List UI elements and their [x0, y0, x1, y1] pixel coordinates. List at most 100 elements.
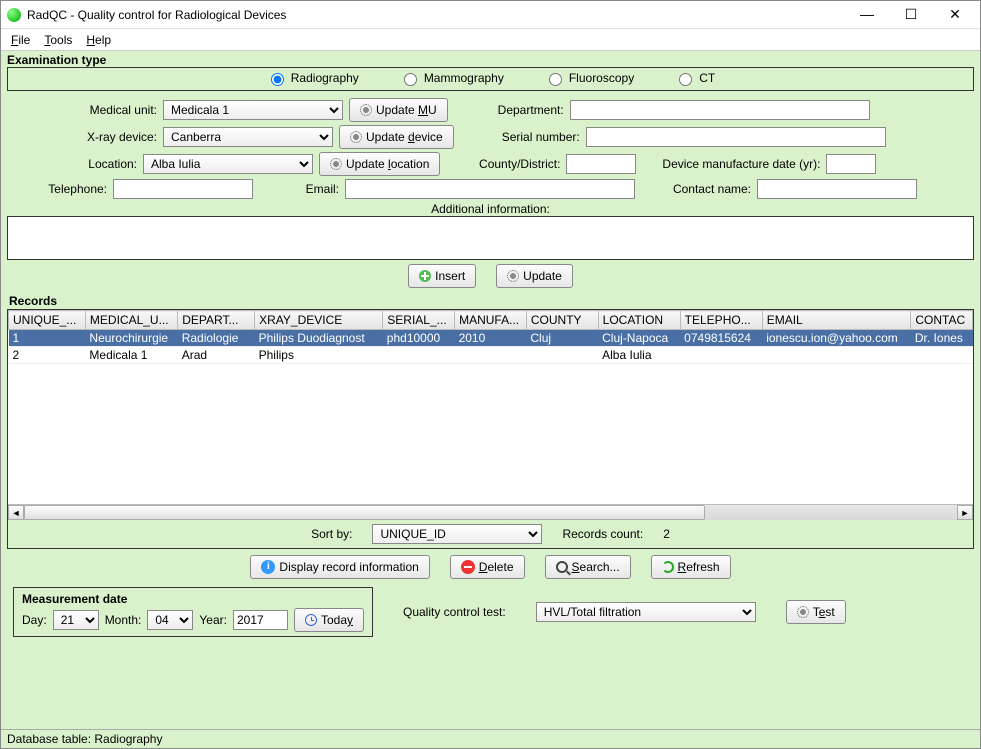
column-header[interactable]: LOCATION: [598, 311, 680, 330]
insert-button[interactable]: Insert: [408, 264, 476, 288]
column-header[interactable]: MEDICAL_U...: [85, 311, 177, 330]
delete-button[interactable]: Delete: [450, 555, 525, 579]
maximize-button[interactable]: ☐: [898, 6, 924, 23]
month-select[interactable]: 04: [147, 610, 193, 630]
column-header[interactable]: EMAIL: [762, 311, 911, 330]
records-table-wrap: UNIQUE_...MEDICAL_U...DEPART...XRAY_DEVI…: [8, 310, 973, 504]
location-select[interactable]: Alba Iulia: [143, 154, 313, 174]
county-input[interactable]: [566, 154, 636, 174]
titlebar: RadQC - Quality control for Radiological…: [1, 1, 980, 29]
table-cell: Philips: [255, 347, 383, 364]
records-count-value: 2: [663, 527, 670, 541]
minimize-button[interactable]: —: [854, 6, 880, 23]
horizontal-scrollbar[interactable]: ◄ ►: [8, 504, 973, 520]
contact-label: Contact name:: [651, 182, 751, 196]
scroll-thumb[interactable]: [24, 505, 705, 520]
department-label: Department:: [474, 103, 564, 117]
table-cell: 1: [9, 330, 86, 347]
gear-icon: [797, 606, 809, 618]
sort-by-label: Sort by:: [311, 527, 352, 541]
year-label: Year:: [199, 613, 227, 627]
clock-icon: [305, 614, 317, 626]
day-label: Day:: [22, 613, 47, 627]
radio-mammography-input[interactable]: [404, 73, 417, 86]
records-legend: Records: [9, 294, 974, 308]
window-title: RadQC - Quality control for Radiological…: [27, 8, 286, 22]
refresh-icon: [662, 561, 674, 573]
column-header[interactable]: CONTAC: [911, 311, 973, 330]
gear-icon: [330, 158, 342, 170]
mfg-date-input[interactable]: [826, 154, 876, 174]
column-header[interactable]: COUNTY: [526, 311, 598, 330]
scroll-track[interactable]: [24, 505, 957, 520]
table-row[interactable]: 1NeurochirurgieRadiologiePhilips Duodiag…: [9, 330, 973, 347]
gear-icon: [507, 270, 519, 282]
radio-radiography-input[interactable]: [271, 73, 284, 86]
today-button[interactable]: Today: [294, 608, 364, 632]
email-input[interactable]: [345, 179, 635, 199]
refresh-button[interactable]: Refresh: [651, 555, 731, 579]
update-location-button[interactable]: Update location: [319, 152, 440, 176]
serial-input[interactable]: [586, 127, 886, 147]
menu-file[interactable]: File: [11, 33, 30, 47]
table-cell: Medicala 1: [85, 347, 177, 364]
year-input[interactable]: [233, 610, 288, 630]
radio-radiography[interactable]: Radiography: [266, 70, 359, 86]
radio-ct-input[interactable]: [679, 73, 692, 86]
test-button[interactable]: Test: [786, 600, 846, 624]
search-icon: [556, 561, 568, 573]
menu-tools[interactable]: Tools: [44, 33, 72, 47]
update-mu-button[interactable]: Update MU: [349, 98, 448, 122]
column-header[interactable]: TELEPHO...: [680, 311, 762, 330]
table-row[interactable]: 2Medicala 1AradPhilipsAlba Iulia: [9, 347, 973, 364]
column-header[interactable]: DEPART...: [178, 311, 255, 330]
xray-select[interactable]: Canberra: [163, 127, 333, 147]
additional-label: Additional information:: [7, 202, 974, 216]
sort-by-select[interactable]: UNIQUE_ID: [372, 524, 542, 544]
menu-help[interactable]: Help: [86, 33, 111, 47]
table-cell: Cluj: [526, 330, 598, 347]
table-cell: [383, 347, 455, 364]
contact-input[interactable]: [757, 179, 917, 199]
table-cell: ionescu.ion@yahoo.com: [762, 330, 911, 347]
table-cell: Arad: [178, 347, 255, 364]
search-button[interactable]: Search...: [545, 555, 631, 579]
display-record-button[interactable]: iDisplay record information: [250, 555, 429, 579]
table-cell: Neurochirurgie: [85, 330, 177, 347]
table-cell: [911, 347, 973, 364]
table-cell: Radiologie: [178, 330, 255, 347]
app-window: RadQC - Quality control for Radiological…: [0, 0, 981, 749]
measurement-date-legend: Measurement date: [22, 592, 364, 606]
update-button[interactable]: Update: [496, 264, 573, 288]
records-table[interactable]: UNIQUE_...MEDICAL_U...DEPART...XRAY_DEVI…: [8, 310, 973, 364]
records-count-label: Records count:: [562, 527, 643, 541]
additional-textarea[interactable]: [7, 216, 974, 260]
column-header[interactable]: UNIQUE_...: [9, 311, 86, 330]
xray-label: X-ray device:: [7, 130, 157, 144]
close-button[interactable]: ✕: [942, 6, 968, 23]
radio-fluoroscopy-input[interactable]: [549, 73, 562, 86]
serial-label: Serial number:: [480, 130, 580, 144]
gear-icon: [360, 104, 372, 116]
scroll-right-arrow[interactable]: ►: [957, 505, 973, 520]
day-select[interactable]: 21: [53, 610, 99, 630]
column-header[interactable]: XRAY_DEVICE: [255, 311, 383, 330]
medical-unit-label: Medical unit:: [7, 103, 157, 117]
scroll-left-arrow[interactable]: ◄: [8, 505, 24, 520]
location-label: Location:: [7, 157, 137, 171]
qc-test-select[interactable]: HVL/Total filtration: [536, 602, 756, 622]
department-input[interactable]: [570, 100, 870, 120]
county-label: County/District:: [460, 157, 560, 171]
mfg-date-label: Device manufacture date (yr):: [662, 157, 820, 171]
column-header[interactable]: MANUFA...: [455, 311, 527, 330]
radio-mammography[interactable]: Mammography: [399, 70, 504, 86]
radio-fluoroscopy[interactable]: Fluoroscopy: [544, 70, 634, 86]
update-device-button[interactable]: Update device: [339, 125, 454, 149]
medical-unit-select[interactable]: Medicala 1: [163, 100, 343, 120]
radio-ct[interactable]: CT: [674, 70, 715, 86]
table-cell: phd10000: [383, 330, 455, 347]
column-header[interactable]: SERIAL_...: [383, 311, 455, 330]
telephone-input[interactable]: [113, 179, 253, 199]
delete-icon: [461, 560, 475, 574]
measurement-date-box: Measurement date Day: 21 Month: 04 Year:…: [13, 587, 373, 637]
